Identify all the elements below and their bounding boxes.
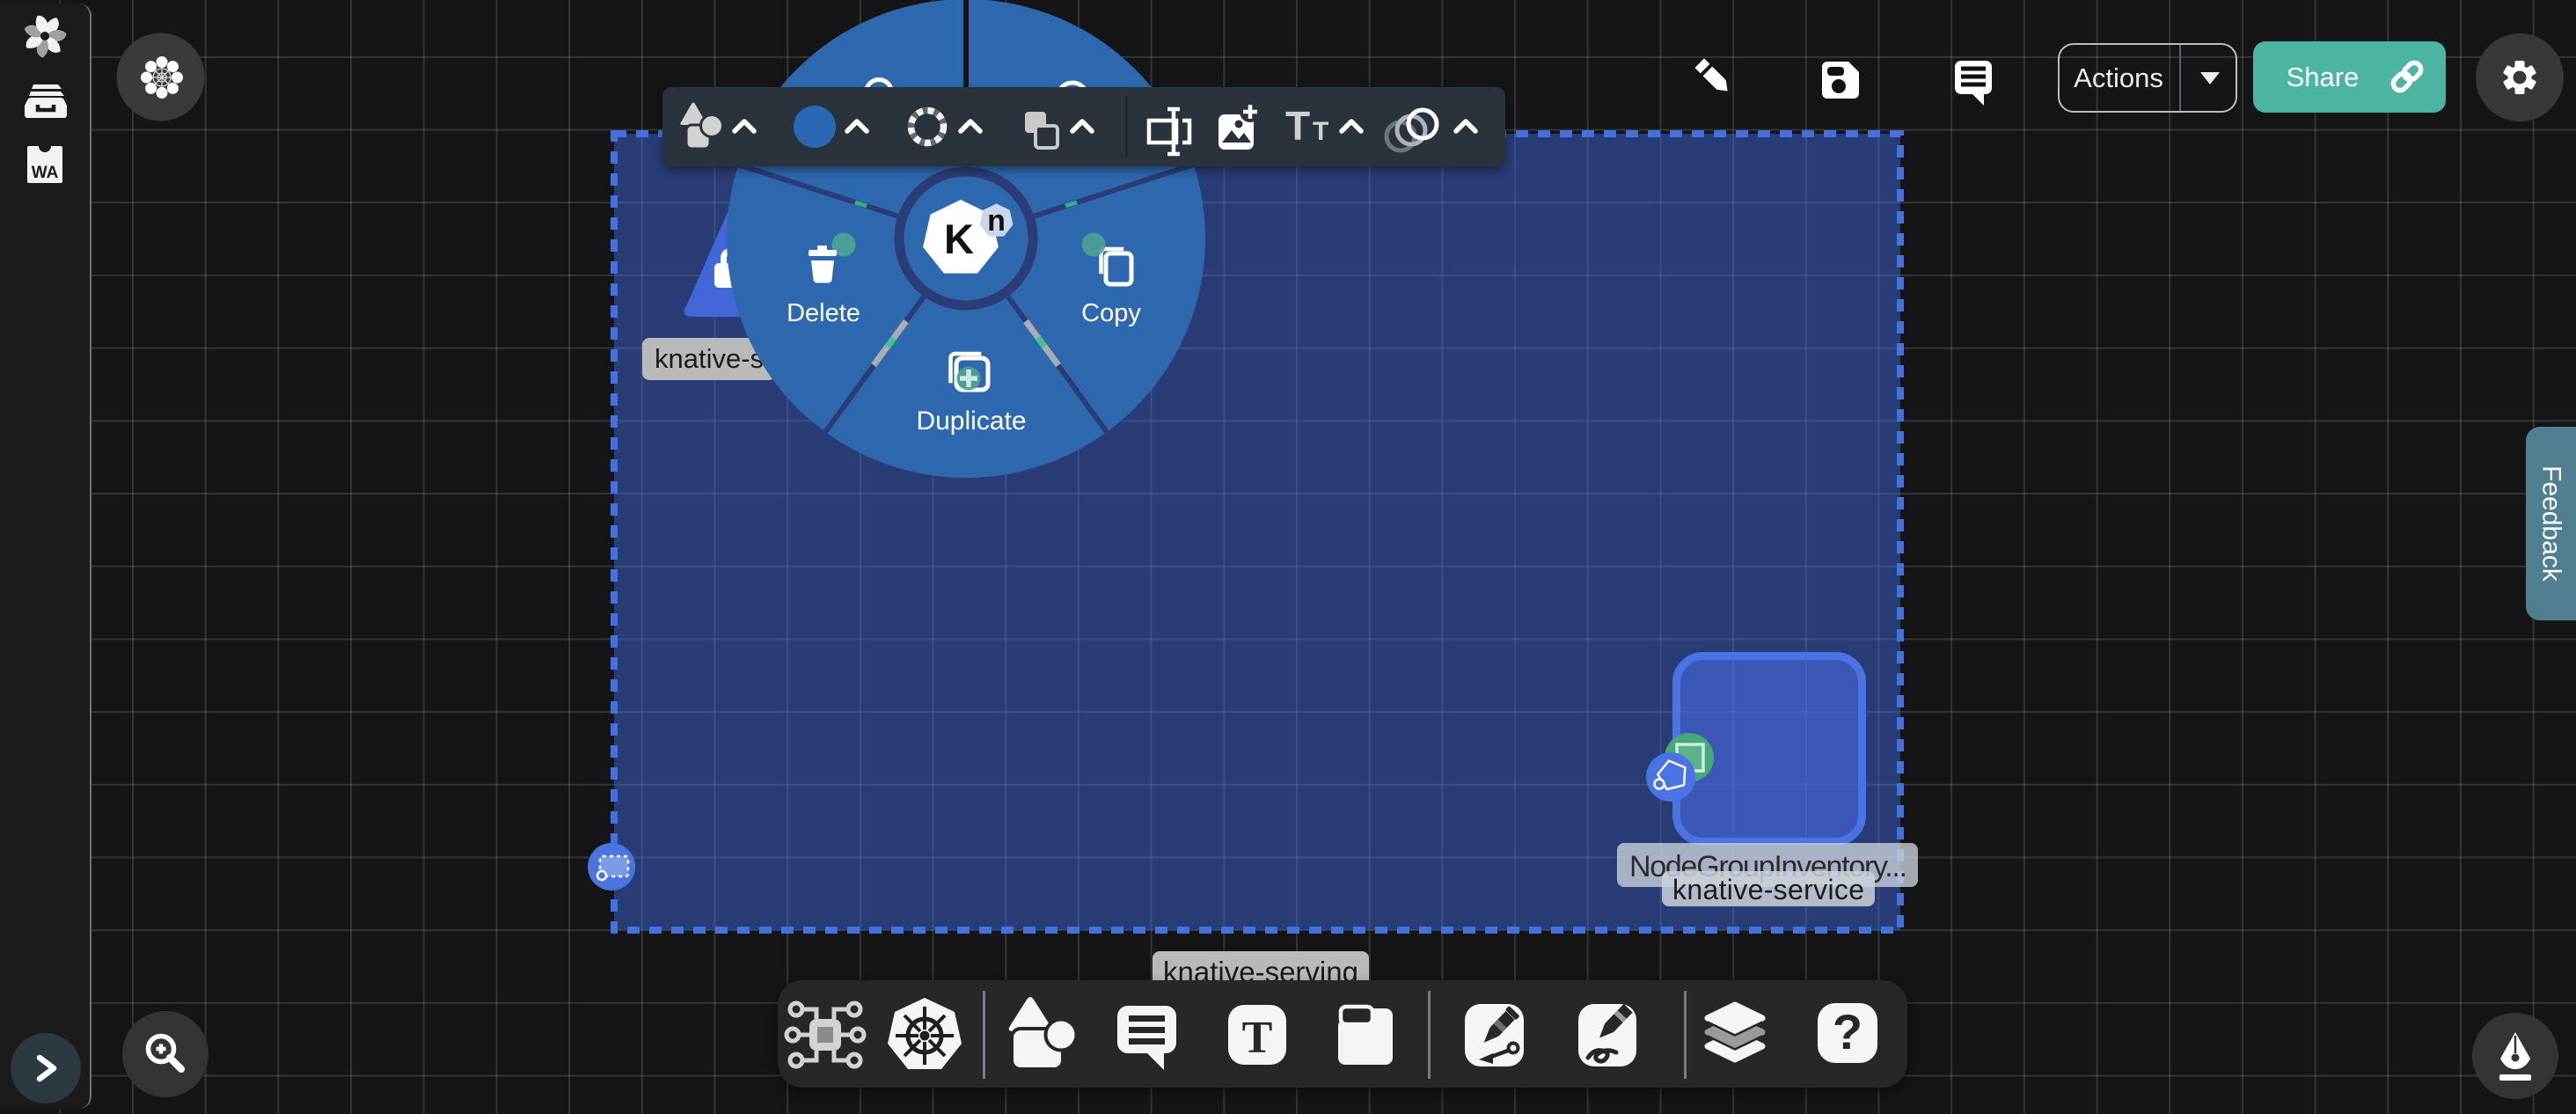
- svg-text:WA: WA: [32, 164, 59, 182]
- svg-text:T: T: [1285, 103, 1310, 149]
- svg-text:T: T: [1313, 117, 1328, 146]
- svg-text:K: K: [944, 216, 974, 262]
- svg-text:n: n: [987, 204, 1006, 238]
- svg-text:Delete: Delete: [787, 299, 860, 327]
- svg-text:?: ?: [1833, 1004, 1862, 1059]
- svg-text:T: T: [1242, 1013, 1273, 1063]
- svg-text:knative-s: knative-s: [655, 343, 764, 374]
- svg-text:Duplicate: Duplicate: [916, 407, 1026, 436]
- svg-text:knative-service: knative-service: [1672, 874, 1864, 905]
- svg-text:Copy: Copy: [1081, 299, 1141, 327]
